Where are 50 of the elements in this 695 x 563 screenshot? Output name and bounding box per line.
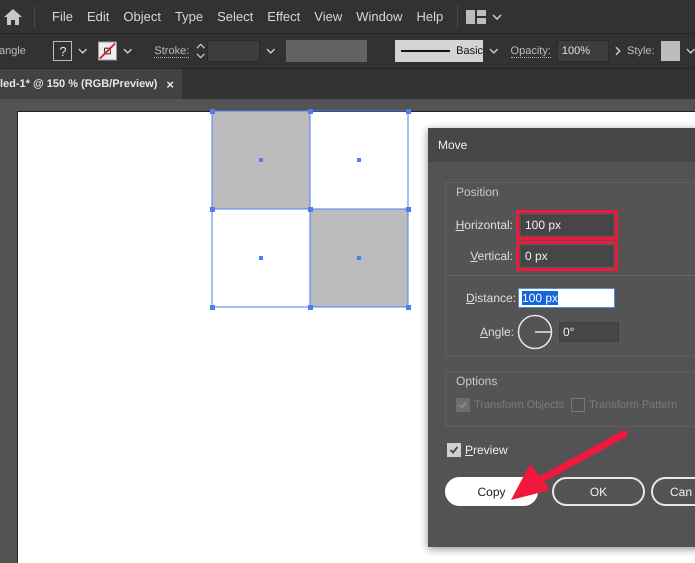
menu-item[interactable]: Object bbox=[123, 9, 161, 24]
home-icon[interactable] bbox=[4, 8, 22, 24]
opacity-field[interactable]: 100% bbox=[556, 40, 610, 62]
menu-item[interactable]: Window bbox=[356, 9, 402, 24]
document-tab[interactable]: led-1* @ 150 % (RGB/Preview) × bbox=[0, 69, 182, 99]
checkbox-label: Preview bbox=[465, 443, 508, 457]
stroke-weight-field[interactable] bbox=[206, 40, 260, 62]
menu-item[interactable]: Effect bbox=[267, 9, 300, 24]
no-stroke-swatch-icon[interactable] bbox=[98, 41, 117, 61]
dialog-title: Move bbox=[428, 128, 695, 162]
stroke-line-icon bbox=[401, 49, 450, 53]
angle-dial-icon[interactable] bbox=[517, 314, 553, 350]
brush-name: Basic bbox=[456, 45, 484, 57]
style-label: Style: bbox=[627, 45, 655, 57]
checkerboard-squares-drawing[interactable] bbox=[210, 109, 411, 310]
distance-field[interactable]: 100 px bbox=[518, 288, 615, 308]
close-tab-button[interactable]: × bbox=[166, 76, 174, 92]
menu-item[interactable]: File bbox=[52, 9, 73, 24]
dialog-button[interactable]: OK bbox=[552, 477, 645, 506]
spinner-icon[interactable] bbox=[195, 41, 207, 61]
chevron-down-icon[interactable] bbox=[489, 48, 499, 54]
angle-field[interactable]: 0° bbox=[559, 322, 619, 342]
fill-swatch[interactable]: ? bbox=[53, 41, 72, 61]
chevron-down-icon[interactable] bbox=[266, 48, 276, 54]
menu-item[interactable]: Edit bbox=[86, 9, 110, 24]
chevron-down-icon[interactable] bbox=[122, 48, 132, 54]
group-legend: Position bbox=[456, 185, 499, 199]
stroke-label[interactable]: Stroke: bbox=[154, 44, 190, 58]
dialog-button[interactable]: Can bbox=[651, 477, 695, 506]
group-legend: Options bbox=[456, 374, 498, 388]
menu-item[interactable]: View bbox=[314, 9, 342, 24]
checkmark-icon bbox=[449, 445, 459, 455]
brush-dropdown[interactable]: Basic bbox=[395, 40, 484, 62]
menu-item[interactable]: Help bbox=[416, 9, 444, 24]
chevron-down-icon[interactable] bbox=[492, 14, 502, 20]
workspace-layout-icon[interactable] bbox=[466, 10, 486, 24]
chevron-down-icon[interactable] bbox=[78, 48, 88, 54]
value-field[interactable]: 100 px bbox=[521, 214, 613, 234]
menu-item[interactable]: Select bbox=[217, 9, 254, 24]
field-label: Vertical: bbox=[469, 248, 513, 262]
style-swatch[interactable] bbox=[660, 41, 680, 61]
chevron-down-icon[interactable] bbox=[686, 48, 695, 54]
field-label: Horizontal: bbox=[454, 218, 513, 232]
opacity-label[interactable]: Opacity: bbox=[510, 44, 551, 58]
field-label: Distance: bbox=[464, 291, 516, 305]
menu-item[interactable]: Type bbox=[174, 9, 204, 24]
chevron-right-icon[interactable] bbox=[615, 46, 622, 56]
field-label: Angle: bbox=[478, 325, 514, 339]
checkmark-icon bbox=[458, 400, 468, 410]
value-field[interactable]: 0 px bbox=[521, 246, 613, 266]
